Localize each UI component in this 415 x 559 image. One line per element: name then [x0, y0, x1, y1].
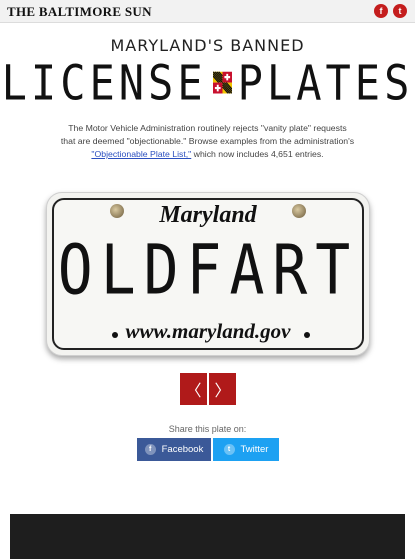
share-label: Share this plate on:: [168, 424, 247, 434]
chevron-right-icon: 〉: [214, 383, 231, 400]
chevron-left-icon: 〈: [185, 383, 202, 400]
next-plate-button[interactable]: 〉: [209, 373, 236, 405]
plate-navigation: 〈 〉: [180, 373, 236, 405]
plate-text: OLDFART: [57, 229, 359, 311]
page-title: LICENSE PLATES: [0, 48, 415, 117]
twitter-icon[interactable]: t: [393, 4, 407, 18]
top-bar: THE BALTIMORE SUN f t: [0, 0, 415, 23]
objectionable-plate-list-link[interactable]: "Objectionable Plate List,": [91, 149, 191, 159]
share-facebook-button[interactable]: f Facebook: [137, 438, 211, 461]
plate-url: www.maryland.gov: [125, 319, 291, 343]
share-facebook-label: Facebook: [161, 444, 204, 455]
facebook-icon[interactable]: f: [374, 4, 388, 18]
share-twitter-button[interactable]: t Twitter: [213, 438, 279, 461]
twitter-icon: t: [223, 444, 235, 455]
license-plate-image: Maryland OLDFART www.maryland.gov: [46, 192, 370, 356]
title-right: PLATES: [237, 53, 414, 111]
previous-plate-button[interactable]: 〈: [180, 373, 207, 405]
intro-paragraph: The Motor Vehicle Administration routine…: [60, 122, 355, 161]
plate-dot-right: [304, 332, 310, 338]
share-buttons: f Facebook t Twitter: [137, 438, 279, 461]
footer-block: [10, 514, 405, 559]
site-logo[interactable]: THE BALTIMORE SUN: [7, 4, 152, 20]
plate-state: Maryland: [159, 202, 257, 228]
facebook-icon: f: [144, 444, 156, 455]
maryland-flag-icon: [212, 71, 232, 93]
share-twitter-label: Twitter: [240, 444, 269, 455]
intro-text-end: which now includes 4,651 entries.: [191, 149, 324, 159]
title-left: LICENSE: [1, 53, 207, 111]
header-social-links: f t: [374, 4, 407, 18]
intro-text: The Motor Vehicle Administration routine…: [60, 123, 355, 146]
